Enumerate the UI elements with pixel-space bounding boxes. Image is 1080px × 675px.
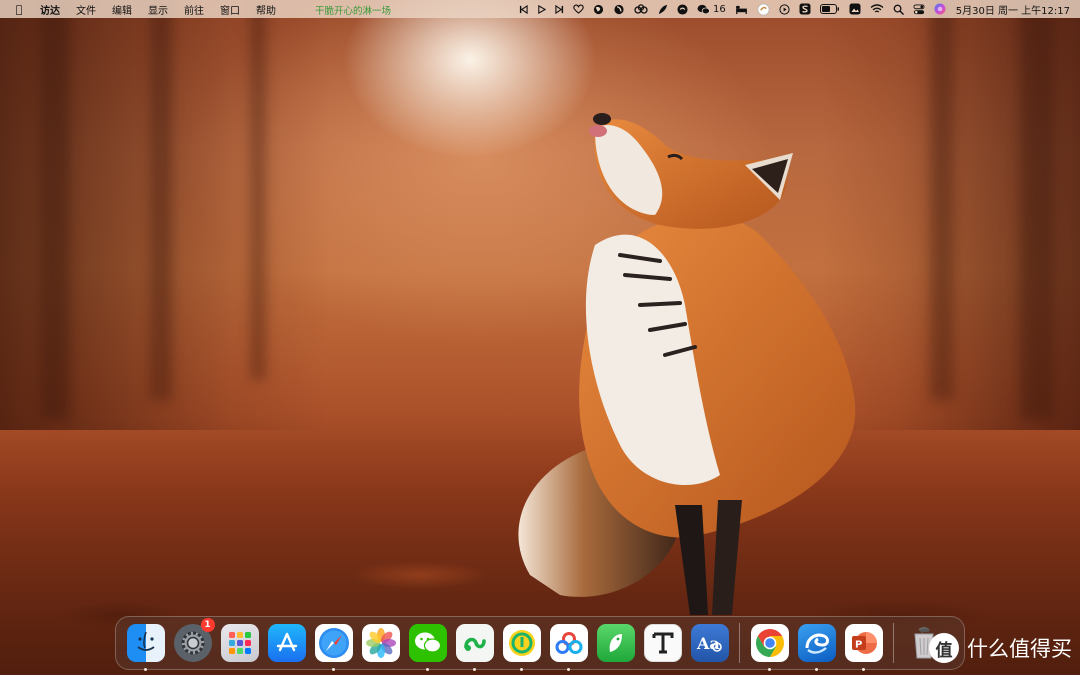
wechat-status-icon[interactable]: 16 <box>697 0 726 18</box>
bed-icon[interactable] <box>735 0 748 18</box>
previous-track-icon[interactable] <box>519 0 528 18</box>
dock-app-store[interactable] <box>267 623 307 663</box>
dock-typora[interactable] <box>643 623 683 663</box>
wechat-unread-count: 16 <box>713 3 726 15</box>
evernote-status-icon[interactable] <box>677 0 688 18</box>
app-store-icon <box>267 624 306 662</box>
running-indicator <box>861 668 865 671</box>
svg-text:P: P <box>855 640 862 651</box>
powerpoint-icon: P <box>844 624 883 662</box>
siri-icon[interactable] <box>934 0 946 18</box>
running-indicator <box>331 668 335 671</box>
next-track-icon[interactable] <box>555 0 564 18</box>
running-indicator <box>814 668 818 671</box>
dock-baidu-netdisk[interactable] <box>549 623 589 671</box>
spotlight-search-icon[interactable] <box>893 0 904 18</box>
launchpad-icon <box>220 624 259 662</box>
status-menu-area: 16 5月30日 周一 上午12:17 <box>510 0 1070 18</box>
globe-icon[interactable] <box>593 0 604 18</box>
running-indicator <box>519 668 523 671</box>
leaf-bird-icon <box>596 624 635 662</box>
photos-flower-icon <box>361 624 400 662</box>
dock-separator <box>893 623 894 663</box>
dictionary-icon: Aa <box>690 624 729 662</box>
chrome-icon <box>750 624 789 662</box>
control-center-icon[interactable] <box>913 0 925 18</box>
now-playing-title[interactable]: 干脆开心的淋一场 <box>315 3 391 17</box>
app-badge-icon[interactable] <box>757 0 770 18</box>
menu-view[interactable]: 显示 <box>148 2 168 17</box>
play-icon[interactable] <box>537 0 546 18</box>
dock-photos[interactable] <box>361 623 401 663</box>
running-indicator <box>143 668 147 671</box>
dock-wechat[interactable] <box>408 623 448 671</box>
cloud-drive-icon <box>549 624 588 662</box>
dock-separator <box>739 623 740 663</box>
app-status-icon[interactable] <box>613 0 625 18</box>
tree-trunk <box>40 0 70 420</box>
dock-system-preferences[interactable]: 1 <box>173 618 215 663</box>
site-watermark: 值 什么值得买 <box>929 633 1072 663</box>
dock: 1 Aa P <box>115 616 965 671</box>
menu-file[interactable]: 文件 <box>76 2 96 17</box>
menu-bar:  访达 文件 编辑 显示 前往 窗口 帮助 干脆开心的淋一场 16 5月30日… <box>0 0 1080 18</box>
menu-edit[interactable]: 编辑 <box>112 2 132 17</box>
watermark-text: 什么值得买 <box>967 637 1072 661</box>
tree-trunk <box>930 0 954 400</box>
apple-menu-icon[interactable]:  <box>12 3 26 16</box>
running-indicator <box>767 668 771 671</box>
dock-edge[interactable] <box>797 623 837 671</box>
dock-safari[interactable] <box>314 623 354 671</box>
tree-trunk <box>1020 0 1054 420</box>
desktop-wallpaper <box>0 0 1080 675</box>
dock-powerpoint[interactable]: P <box>844 623 884 671</box>
heart-icon[interactable] <box>573 0 584 18</box>
finder-icon <box>126 624 165 662</box>
menubar-clock[interactable]: 5月30日 周一 上午12:17 <box>956 2 1070 17</box>
fox-image <box>518 113 856 615</box>
battery-icon <box>819 0 840 18</box>
screenshot-tool-icon[interactable] <box>849 0 861 18</box>
dock-green-app[interactable] <box>596 623 636 663</box>
s-app-icon[interactable] <box>799 0 811 18</box>
wave-browser-icon <box>797 624 836 662</box>
cloud-sync-icon[interactable] <box>634 0 648 18</box>
dock-evernote[interactable] <box>455 623 495 671</box>
dock-dictionary[interactable]: Aa <box>690 623 730 663</box>
music-note-icon <box>502 624 541 662</box>
menu-help[interactable]: 帮助 <box>256 2 276 17</box>
running-indicator <box>472 668 476 671</box>
letter-t-icon <box>643 624 682 662</box>
menu-app-name[interactable]: 访达 <box>40 2 60 17</box>
menu-go[interactable]: 前往 <box>184 2 204 17</box>
feather-icon[interactable] <box>657 0 668 18</box>
watermark-logo: 值 <box>929 633 959 663</box>
menu-window[interactable]: 窗口 <box>220 2 240 17</box>
running-indicator <box>566 668 570 671</box>
tree-trunk <box>150 0 172 400</box>
wifi-icon[interactable] <box>870 0 884 18</box>
running-indicator <box>425 668 429 671</box>
compass-icon <box>314 624 353 662</box>
notification-badge: 1 <box>200 618 215 632</box>
wechat-icon <box>408 624 447 662</box>
tree-trunk <box>250 0 266 380</box>
dock-launchpad[interactable] <box>220 623 260 663</box>
green-loop-icon <box>455 624 494 662</box>
play-circle-icon[interactable] <box>779 0 790 18</box>
dock-chrome[interactable] <box>750 623 790 671</box>
dock-finder[interactable] <box>126 623 166 671</box>
dock-qq-music[interactable] <box>502 623 542 671</box>
